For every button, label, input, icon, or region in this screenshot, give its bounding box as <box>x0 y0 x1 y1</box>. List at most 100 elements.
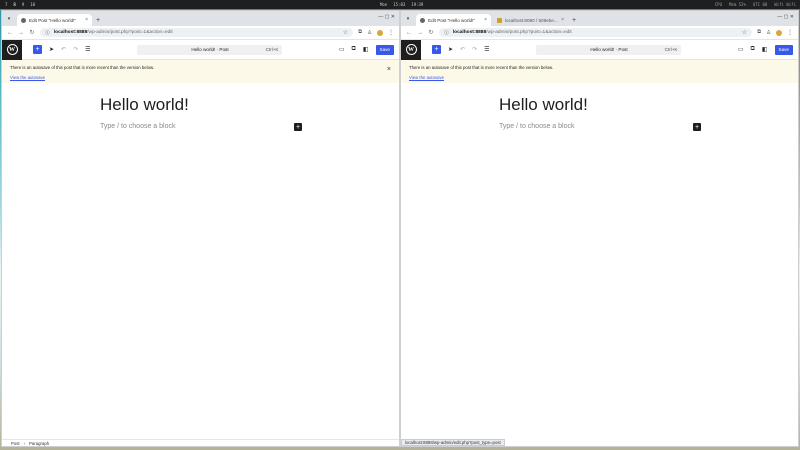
breadcrumb-separator-icon: › <box>23 440 26 446</box>
wordpress-logo-icon[interactable]: W <box>401 39 421 60</box>
post-title[interactable]: Hello world! <box>100 95 189 115</box>
browser-menu-icon[interactable]: ⋮ <box>388 29 394 36</box>
reload-icon[interactable]: ↻ <box>29 29 35 36</box>
post-title[interactable]: Hello world! <box>499 95 588 115</box>
view-autosave-link[interactable]: View the autosave <box>409 75 790 80</box>
back-icon[interactable]: ← <box>7 30 13 36</box>
add-block-button[interactable]: + <box>693 123 701 131</box>
editor-toolbar: W + ➤ ↶ ↷ ☰ Hello world! · Post Ctrl+K ▭… <box>401 39 798 60</box>
workspace-10[interactable]: 10 <box>29 2 36 7</box>
url-path: /wp-admin/post.php?post=1&action=edit <box>486 30 572 35</box>
workspace-switcher[interactable]: 7 8 9 10 <box>4 2 36 7</box>
document-overview-icon[interactable]: ☰ <box>85 46 90 53</box>
site-info-icon[interactable]: ⓘ <box>45 29 50 36</box>
url-input[interactable]: ⓘ localhost:8888/wp-admin/post.php?post=… <box>40 28 354 37</box>
workspace-8[interactable]: 8 <box>12 2 16 7</box>
account-icon[interactable]: ♙ <box>367 30 372 36</box>
command-shortcut: Ctrl+K <box>664 47 678 52</box>
redo-icon[interactable]: ↷ <box>472 46 477 53</box>
status-mem: Mem 52% <box>729 2 746 7</box>
settings-sidebar-icon[interactable]: ◧ <box>363 46 369 53</box>
document-bar[interactable]: Hello world! · Post Ctrl+K <box>137 44 283 55</box>
browser-window-right: ▾ Edit Post "Hello world!" × localhost:8… <box>400 10 799 447</box>
bookmark-star-icon[interactable]: ☆ <box>343 29 348 36</box>
tab-strip: ▾ Edit Post "Hello world!" × + — ▢ ✕ <box>2 11 399 26</box>
breadcrumb-paragraph[interactable]: Paragraph <box>29 441 49 446</box>
autosave-notice: There is an autosave of this post that i… <box>401 60 798 83</box>
tab-search-icon[interactable]: ▾ <box>404 15 412 23</box>
url-input[interactable]: ⓘ localhost:8888/wp-admin/post.php?post=… <box>439 28 753 37</box>
back-icon[interactable]: ← <box>406 30 412 36</box>
browser-window-left: ▾ Edit Post "Hello world!" × + — ▢ ✕ ← →… <box>1 10 400 447</box>
settings-sidebar-icon[interactable]: ◧ <box>762 46 768 53</box>
preview-external-icon[interactable]: ⧉ <box>352 46 356 53</box>
add-block-button[interactable]: + <box>294 123 302 131</box>
new-tab-icon[interactable]: + <box>96 17 100 24</box>
avatar[interactable] <box>377 29 383 36</box>
notice-text: There is an autosave of this post that i… <box>10 65 155 70</box>
document-bar[interactable]: Hello world! · Post Ctrl+K <box>536 44 682 55</box>
window-controls-icon[interactable]: — ▢ ✕ <box>378 14 395 20</box>
tab-search-icon[interactable]: ▾ <box>5 15 13 23</box>
url-host: localhost:8888 <box>53 30 88 35</box>
wordpress-icon <box>420 17 425 23</box>
extensions-icon[interactable]: ⧉ <box>358 29 362 36</box>
tab-title: Edit Post "Hello world!" <box>29 17 76 23</box>
notice-text: There is an autosave of this post that i… <box>409 65 554 70</box>
tab-edit-post[interactable]: Edit Post "Hello world!" × <box>416 14 491 26</box>
window-controls-icon[interactable]: — ▢ ✕ <box>777 14 794 20</box>
url-path: /wp-admin/post.php?post=1&action=edit <box>87 30 173 35</box>
address-bar: ← → ↻ ⓘ localhost:8888/wp-admin/post.php… <box>401 26 798 40</box>
new-tab-icon[interactable]: + <box>572 17 576 24</box>
autosave-notice: There is an autosave of this post that i… <box>2 60 399 83</box>
workspace-7[interactable]: 7 <box>4 2 8 7</box>
tab-edit-post[interactable]: Edit Post "Hello world!" × <box>17 14 92 26</box>
browser-menu-icon[interactable]: ⋮ <box>787 29 793 36</box>
site-info-icon[interactable]: ⓘ <box>444 29 449 36</box>
undo-icon[interactable]: ↶ <box>61 46 66 53</box>
bookmark-star-icon[interactable]: ☆ <box>742 29 747 36</box>
editor-toolbar: W + ➤ ↶ ↷ ☰ Hello world! · Post Ctrl+K ▭… <box>2 39 399 60</box>
preview-external-icon[interactable]: ⧉ <box>751 46 755 53</box>
tab-title: localhost:8080 / 509ebe... <box>505 17 558 23</box>
select-tool-icon[interactable]: ➤ <box>448 46 453 53</box>
view-icon[interactable]: ▭ <box>738 46 744 53</box>
workspace-9[interactable]: 9 <box>21 2 25 7</box>
close-tab-icon[interactable]: × <box>561 17 564 23</box>
block-inserter-button[interactable]: + <box>432 45 441 54</box>
block-placeholder[interactable]: Type / to choose a block <box>100 123 176 130</box>
db-icon <box>497 17 502 23</box>
block-placeholder[interactable]: Type / to choose a block <box>499 123 575 130</box>
account-icon[interactable]: ♙ <box>766 30 771 36</box>
url-host: localhost:8888 <box>452 30 487 35</box>
view-autosave-link[interactable]: View the autosave <box>10 75 391 80</box>
link-status-bar: localhost:8888/wp-admin/edit.php?post_ty… <box>401 439 505 446</box>
clock: Mon 15:03 19:39 <box>380 2 423 7</box>
close-tab-icon[interactable]: × <box>85 17 88 23</box>
clock-time-2: 19:39 <box>411 2 424 7</box>
document-title: Hello world! · Post <box>191 47 229 52</box>
close-icon[interactable]: × <box>387 66 391 73</box>
redo-icon[interactable]: ↷ <box>73 46 78 53</box>
extensions-icon[interactable]: ⧉ <box>757 29 761 36</box>
select-tool-icon[interactable]: ➤ <box>49 46 54 53</box>
editor-canvas[interactable]: Hello world! Type / to choose a block + <box>2 83 399 423</box>
command-shortcut: Ctrl+K <box>265 47 279 52</box>
status-utc: UTC 00 <box>752 2 768 7</box>
close-tab-icon[interactable]: × <box>484 17 487 23</box>
reload-icon[interactable]: ↻ <box>428 29 434 36</box>
document-overview-icon[interactable]: ☰ <box>484 46 489 53</box>
editor-canvas[interactable]: Hello world! Type / to choose a block + <box>401 83 798 423</box>
save-button[interactable]: Save <box>375 44 394 55</box>
undo-icon[interactable]: ↶ <box>460 46 465 53</box>
status-wifi: Wifi Wifi <box>774 2 796 7</box>
forward-icon[interactable]: → <box>417 30 423 36</box>
view-icon[interactable]: ▭ <box>339 46 345 53</box>
wordpress-logo-icon[interactable]: W <box>2 39 22 60</box>
forward-icon[interactable]: → <box>18 30 24 36</box>
tab-phpmyadmin[interactable]: localhost:8080 / 509ebe... × <box>493 14 568 26</box>
avatar[interactable] <box>776 29 782 36</box>
save-button[interactable]: Save <box>774 44 793 55</box>
breadcrumb-post[interactable]: Post <box>11 441 20 446</box>
block-inserter-button[interactable]: + <box>33 45 42 54</box>
